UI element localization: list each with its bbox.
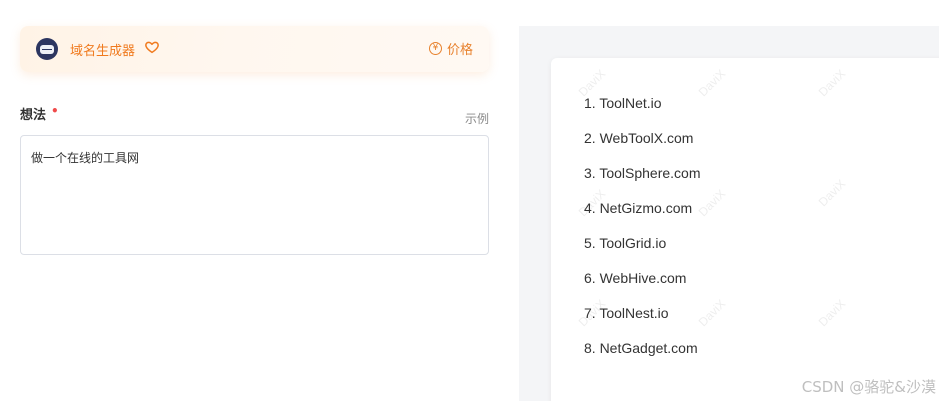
price-button[interactable]: ¥ 价格 (428, 39, 473, 58)
results-card: DaviX DaviX DaviX DaviX DaviX DaviX Davi… (551, 58, 939, 401)
watermark: DaviX (815, 296, 849, 330)
yen-icon: ¥ (428, 42, 442, 55)
example-link[interactable]: 示例 (465, 110, 489, 127)
domain-generator-page: 域名生成器 ¥ 价格 想法 • 示例 做一个在线的工具网 DaviX DaviX… (0, 0, 939, 401)
domain-result-item: 2. WebToolX.com (584, 130, 694, 146)
tool-title: 域名生成器 (70, 44, 136, 59)
tool-header: 域名生成器 ¥ 价格 (20, 26, 489, 72)
idea-label: 想法 (20, 108, 47, 123)
watermark: DaviX (815, 176, 849, 210)
domain-result-item: 5. ToolGrid.io (584, 235, 667, 251)
heart-icon[interactable] (144, 39, 160, 55)
watermark: DaviX (695, 66, 729, 100)
csdn-watermark: CSDN @骆驼&沙漠 (801, 378, 936, 396)
price-label: 价格 (446, 43, 473, 58)
domain-result-item: 7. ToolNest.io (584, 305, 669, 321)
domain-result-item: 6. WebHive.com (584, 270, 687, 286)
domain-generator-logo-icon (36, 38, 58, 60)
idea-input[interactable]: 做一个在线的工具网 (20, 135, 489, 255)
input-panel: 域名生成器 ¥ 价格 想法 • 示例 做一个在线的工具网 (0, 0, 519, 401)
domain-result-item: 8. NetGadget.com (584, 340, 698, 356)
watermark: DaviX (695, 296, 729, 330)
domain-results-list: 1. ToolNet.io 2. WebToolX.com 3. ToolSph… (584, 92, 700, 372)
domain-result-item: 4. NetGizmo.com (584, 200, 693, 216)
domain-result-item: 3. ToolSphere.com (584, 165, 701, 181)
results-panel: DaviX DaviX DaviX DaviX DaviX DaviX Davi… (519, 26, 939, 401)
watermark: DaviX (695, 186, 729, 220)
domain-result-item: 1. ToolNet.io (584, 95, 662, 111)
watermark: DaviX (815, 66, 849, 100)
required-marker: • (51, 104, 59, 118)
